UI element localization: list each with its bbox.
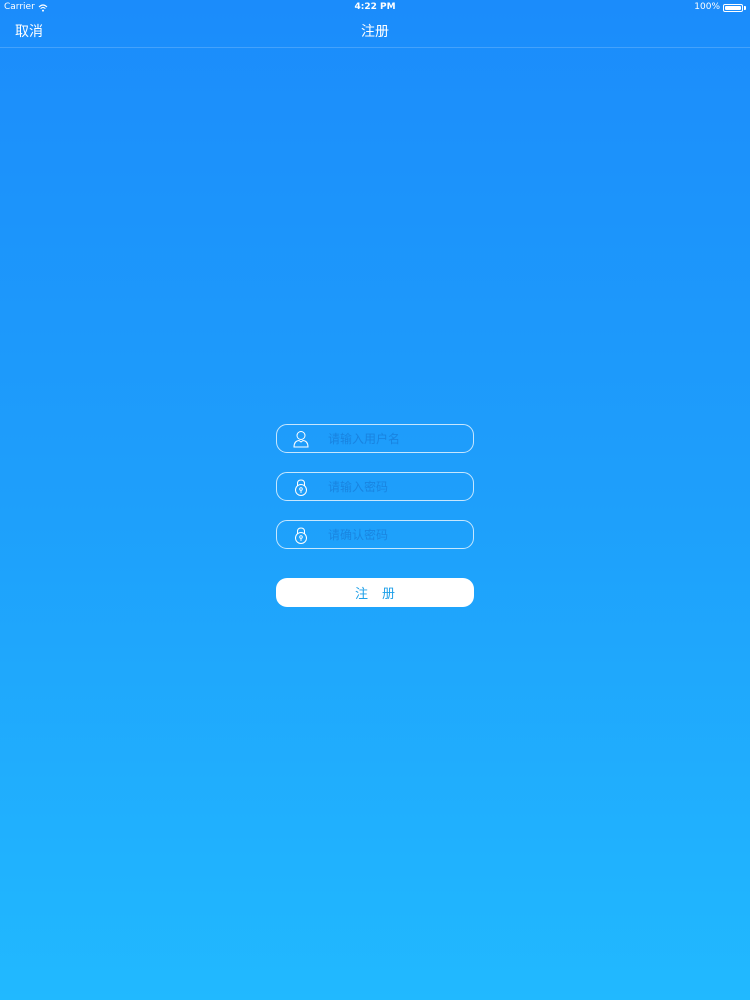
- confirm-password-field[interactable]: [276, 520, 474, 549]
- battery-fill: [725, 5, 741, 10]
- password-field[interactable]: [276, 472, 474, 501]
- status-right: 100%: [694, 0, 746, 15]
- lock-icon: [295, 527, 307, 544]
- navigation-bar: 取消 注册: [0, 15, 750, 48]
- register-form: 注册: [276, 424, 474, 607]
- confirm-password-input[interactable]: [328, 521, 468, 548]
- username-input[interactable]: [328, 425, 468, 452]
- battery-tip: [744, 5, 746, 10]
- page-title: 注册: [361, 24, 389, 40]
- battery-icon: [723, 3, 743, 12]
- password-input[interactable]: [328, 473, 468, 500]
- lock-icon: [295, 479, 307, 496]
- user-icon: [293, 431, 309, 448]
- battery-percent: 100%: [694, 2, 720, 12]
- status-time: 4:22 PM: [354, 2, 396, 12]
- status-bar: Carrier 4:22 PM 100%: [0, 0, 750, 15]
- username-field[interactable]: [276, 424, 474, 453]
- register-button[interactable]: 注册: [276, 578, 474, 607]
